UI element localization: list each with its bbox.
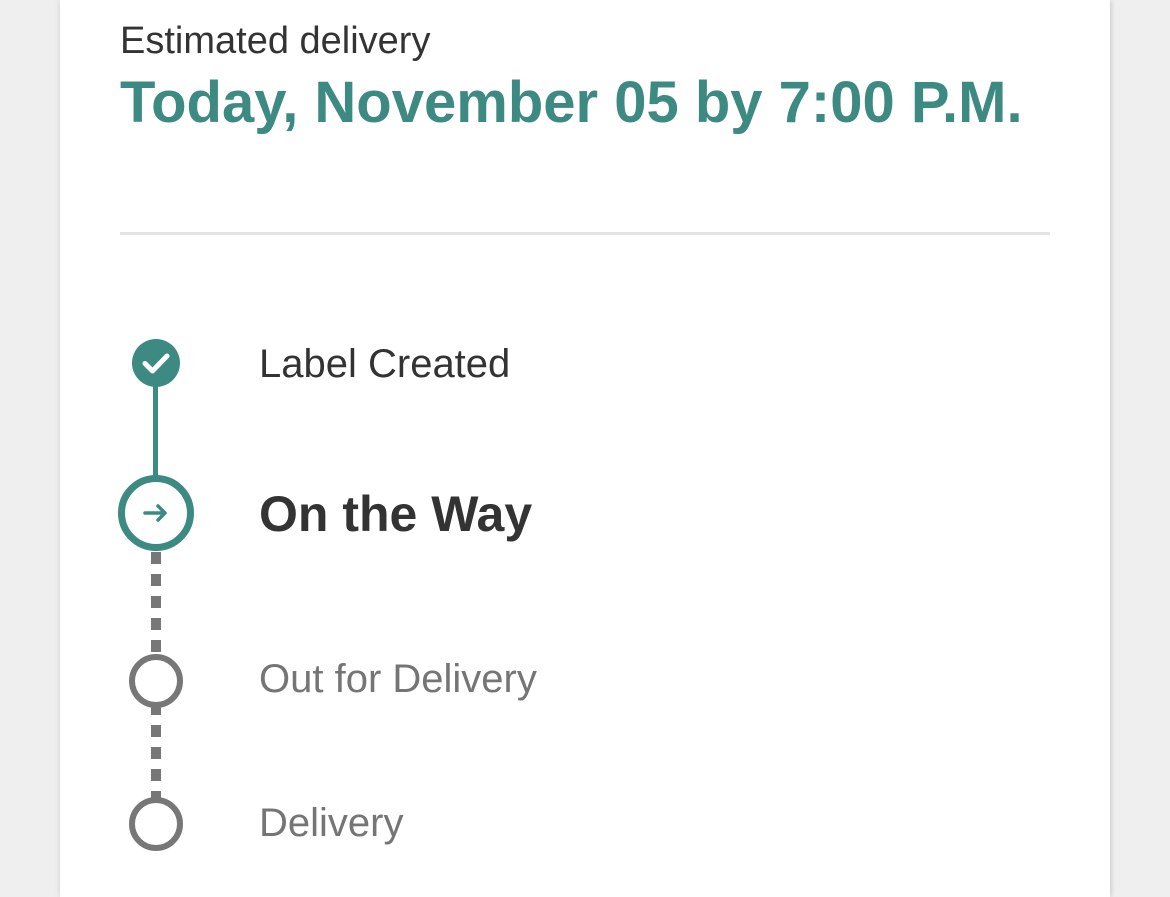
timeline-connector-pending <box>151 703 161 799</box>
estimated-delivery-date: Today, November 05 by 7:00 P.M. <box>120 70 1023 135</box>
step-label-delivery: Delivery <box>259 801 404 845</box>
timeline-connector-pending <box>151 552 161 656</box>
delivery-status-card: Estimated delivery Today, November 05 by… <box>60 0 1110 897</box>
step-label-label-created: Label Created <box>259 342 511 386</box>
arrow-right-icon <box>143 504 167 522</box>
step-current-node <box>118 475 194 551</box>
check-icon <box>132 339 180 387</box>
step-complete-node <box>131 338 181 388</box>
section-divider <box>120 232 1050 235</box>
empty-circle-icon <box>129 654 183 708</box>
step-label-on-the-way: On the Way <box>259 486 533 542</box>
empty-circle-icon <box>129 797 183 851</box>
step-label-out-for-delivery: Out for Delivery <box>259 657 537 701</box>
estimated-delivery-label: Estimated delivery <box>120 20 431 62</box>
